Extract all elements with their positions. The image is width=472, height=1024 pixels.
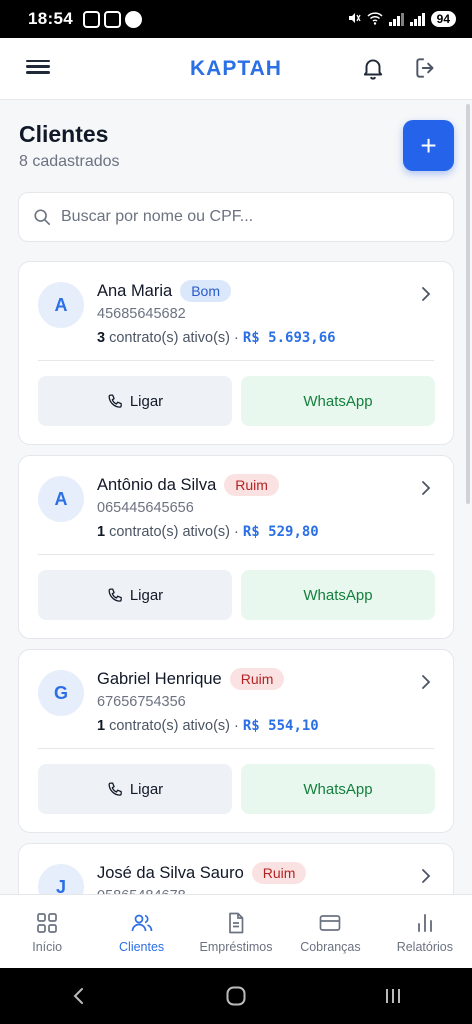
nav-item-emprestimos[interactable]: Empréstimos [189,895,283,968]
app-notification-icon [124,10,142,28]
client-name: José da Silva Sauro [97,863,244,882]
notifications-button[interactable] [360,55,386,81]
recents-icon [386,989,401,1003]
menu-button[interactable] [26,56,50,80]
call-label: Ligar [129,586,164,604]
status-bar: 18:54 94 [0,0,472,38]
divider [38,748,434,749]
app-header: KAPTAH [0,38,472,100]
status-badge: Ruim [224,474,279,496]
contracts-amount: R$ 529,80 [242,524,319,540]
document-icon [229,912,244,934]
contracts-count: 1 [97,718,106,734]
chevron-right-icon[interactable] [419,868,433,884]
card-icon [320,915,341,931]
client-name: Gabriel Henrique [97,669,222,688]
status-badge: Ruim [251,862,307,884]
signal-icon-2 [409,12,425,26]
nav-label: Empréstimos [199,940,273,954]
page-title: Clientes [19,121,109,147]
battery-indicator: 94 [430,11,456,27]
divider [38,554,434,555]
nav-label: Relatórios [396,940,453,954]
clients-page: Clientes 8 cadastrados + A Ana Maria Bom… [0,100,472,894]
status-time: 18:54 [28,9,73,28]
brand-logo: KAPTAH [190,56,282,80]
client-cpf: 065445645656 [97,500,194,516]
contracts-label: contrato(s) ativo(s) · [109,524,239,540]
signal-icon [388,12,404,26]
contracts-count: 1 [97,524,106,540]
screenshot-icon [82,10,100,28]
sigma-icon [103,10,121,28]
contracts-amount: R$ 5.693,66 [242,330,336,346]
scrollbar[interactable] [466,104,470,504]
add-client-button[interactable]: + [403,120,454,171]
phone-icon [108,781,122,796]
avatar: G [38,670,84,716]
bell-icon [363,59,383,80]
back-icon [73,988,83,1004]
nav-label: Cobranças [300,940,361,954]
divider [38,360,434,361]
nav-item-inicio[interactable]: Início [0,895,94,968]
wifi-icon [367,11,383,28]
nav-label: Clientes [119,940,165,954]
call-label: Ligar [129,392,164,410]
nav-item-relatorios[interactable]: Relatórios [378,895,472,968]
nav-item-clientes[interactable]: Clientes [94,895,188,968]
status-badge: Bom [180,280,231,302]
avatar: J [38,864,84,894]
client-card[interactable]: J José da Silva Sauro Ruim 05865484678 [18,843,454,894]
client-name: Antônio da Silva [97,475,217,494]
contracts-amount: R$ 554,10 [242,718,319,734]
phone-icon [108,587,122,602]
status-badge: Ruim [229,668,285,690]
bottom-navigation: Início Clientes Empréstimos Cobranças Re… [0,894,472,968]
grid-icon [37,913,58,933]
search-icon [34,209,51,226]
logout-icon [416,58,434,78]
contracts-summary: 3 contrato(s) ativo(s) · R$ 5.693,66 [97,330,336,346]
chevron-right-icon[interactable] [419,674,433,690]
system-navigation-bar [0,968,472,1024]
call-button[interactable]: Ligar [38,376,232,426]
client-card[interactable]: A Ana Maria Bom 45685645682 3 contrato(s… [18,261,454,445]
phone-icon [108,393,122,408]
client-card[interactable]: A Antônio da Silva Ruim 065445645656 1 c… [18,455,454,639]
chart-icon [417,914,432,932]
home-icon [226,986,246,1006]
contracts-summary: 1 contrato(s) ativo(s) · R$ 554,10 [97,718,319,734]
back-button[interactable] [59,976,99,1016]
users-icon [131,914,152,932]
chevron-right-icon[interactable] [419,286,433,302]
mute-icon [347,11,361,28]
call-button[interactable]: Ligar [38,570,232,620]
whatsapp-button[interactable]: WhatsApp [241,570,435,620]
contracts-summary: 1 contrato(s) ativo(s) · R$ 529,80 [97,524,319,540]
nav-item-cobrancas[interactable]: Cobranças [283,895,377,968]
search-bar[interactable] [18,192,454,242]
page-subtitle: 8 cadastrados [19,153,120,170]
contracts-count: 3 [97,330,106,346]
client-name: Ana Maria [97,281,173,300]
contracts-label: contrato(s) ativo(s) · [109,330,239,346]
whatsapp-button[interactable]: WhatsApp [241,376,435,426]
client-cpf: 67656754356 [97,694,186,710]
call-label: Ligar [129,780,164,798]
client-card[interactable]: G Gabriel Henrique Ruim 67656754356 1 co… [18,649,454,833]
whatsapp-button[interactable]: WhatsApp [241,764,435,814]
logout-button[interactable] [413,55,439,81]
client-cpf: 45685645682 [97,306,186,322]
home-button[interactable] [216,976,256,1016]
search-input[interactable] [61,208,431,226]
contracts-label: contrato(s) ativo(s) · [109,718,239,734]
nav-label: Início [32,940,63,954]
avatar: A [38,282,84,328]
call-button[interactable]: Ligar [38,764,232,814]
recents-button[interactable] [373,976,413,1016]
chevron-right-icon[interactable] [419,480,433,496]
avatar: A [38,476,84,522]
